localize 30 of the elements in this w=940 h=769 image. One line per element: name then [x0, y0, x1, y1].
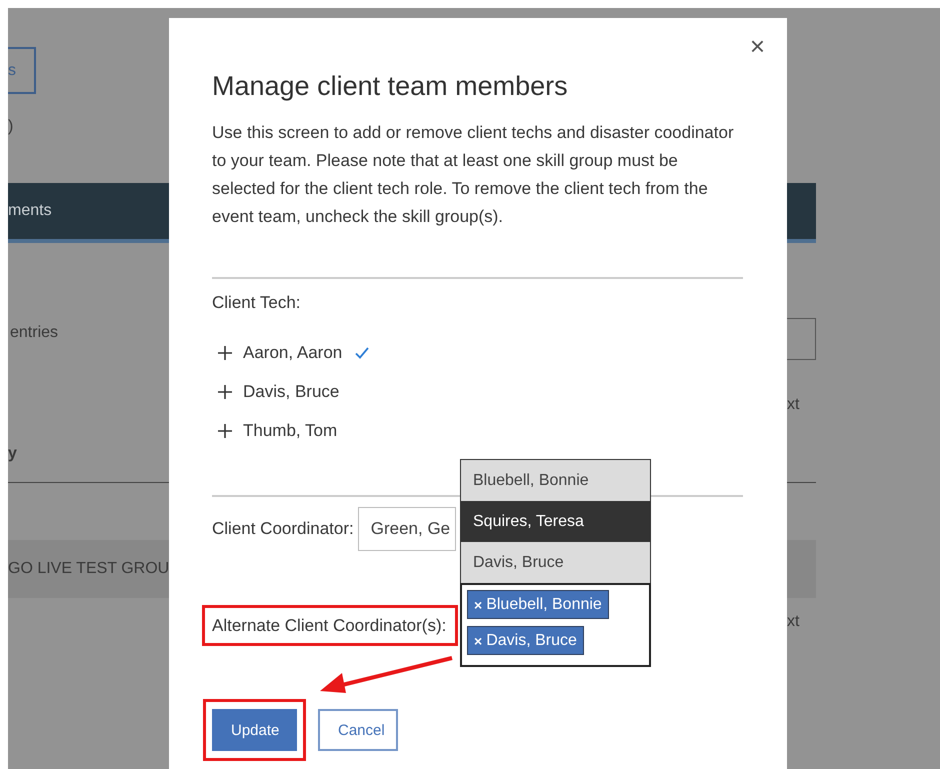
dialog-description: Use this screen to add or remove client techs and disaster coodinator to your team. Please note that at least one skill group must be selected for the client tech role. To remove the client tech from the event team, uncheck the skill group(s). — [212, 122, 735, 228]
count-text: ) — [8, 118, 14, 136]
remove-icon[interactable]: × — [474, 596, 482, 612]
cancel-button[interactable]: Cancel — [318, 709, 398, 751]
plus-icon[interactable] — [218, 424, 232, 438]
coordinator-select[interactable]: Green, Ge — [358, 507, 456, 551]
page-text: xt — [787, 396, 800, 414]
remove-icon[interactable]: × — [474, 632, 482, 648]
dropdown-option[interactable]: Bluebell, Bonnie — [461, 460, 650, 501]
multi-select-field[interactable]: × Bluebell, Bonnie × Davis, Bruce — [460, 583, 651, 667]
field-label: Client Coordinator: — [212, 518, 354, 540]
update-button[interactable]: Update — [212, 709, 297, 751]
field-label: Alternate Client Coordinator(s): — [212, 614, 446, 636]
dialog-title: Manage client team members — [212, 70, 569, 102]
dropdown-option[interactable]: Squires, Teresa — [461, 501, 650, 542]
plus-icon[interactable] — [218, 384, 232, 398]
selected-tag[interactable]: × Bluebell, Bonnie — [467, 590, 609, 619]
section-title: ments — [8, 202, 52, 220]
field-label: Client Tech: — [212, 292, 302, 314]
table-cell: GO LIVE TEST GROU — [8, 560, 170, 578]
entries-text: entries — [10, 324, 58, 342]
close-button[interactable]: × — [750, 34, 765, 58]
column-heading: y — [8, 445, 17, 463]
plus-icon[interactable] — [218, 346, 232, 360]
tech-name: Aaron, Aaron — [243, 342, 342, 364]
tech-name: Thumb, Tom — [243, 420, 338, 442]
tech-name: Davis, Bruce — [243, 380, 340, 402]
selected-tag[interactable]: × Davis, Bruce — [467, 626, 584, 655]
dropdown-option[interactable]: Davis, Bruce — [461, 542, 650, 583]
page-text: xt — [787, 613, 800, 631]
